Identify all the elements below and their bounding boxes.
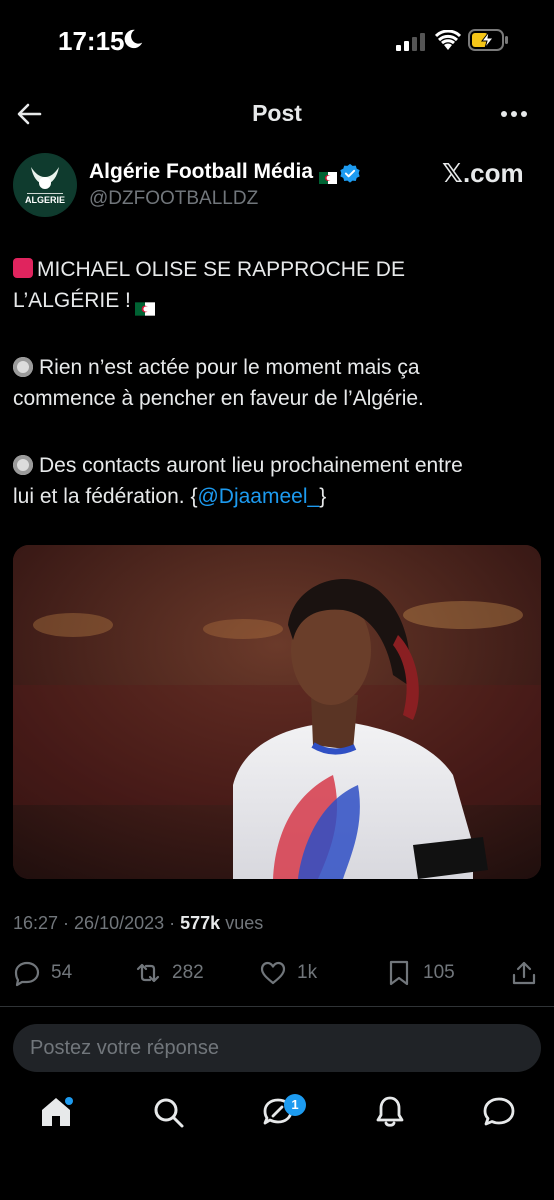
white-circle-emoji-icon [13, 357, 33, 377]
heart-icon [260, 961, 286, 985]
player-photo-illustration [13, 545, 541, 879]
reply-placeholder: Postez votre réponse [30, 1037, 219, 1059]
tweet-date: 26/10/2023 [74, 913, 165, 933]
siren-emoji-icon [13, 258, 33, 278]
tweet-photo[interactable] [13, 545, 541, 879]
messages-tab-icon[interactable] [481, 1094, 517, 1130]
white-circle-emoji-icon [13, 455, 33, 475]
author-handle[interactable]: @DZFOOTBALLDZ [89, 188, 258, 210]
tweet-paragraph-2: Rien n’est actée pour le moment mais ça … [13, 352, 533, 414]
bookmark-button[interactable]: 105 [385, 958, 455, 988]
repost-icon [136, 963, 160, 983]
page-title: Post [252, 100, 302, 126]
reply-icon [14, 961, 40, 987]
status-time: 17:15 [58, 26, 125, 56]
repost-count: 282 [172, 962, 204, 983]
reply-count: 54 [51, 962, 73, 983]
tweet-meta: 16:27 · 26/10/2023 · 577k vues [13, 913, 263, 934]
messages-badge: 1 [284, 1094, 306, 1116]
moon-icon [124, 29, 143, 49]
separator: · [58, 913, 75, 933]
tweet-line: } [319, 485, 327, 508]
tweet-time: 16:27 [13, 913, 59, 933]
bookmark-icon [389, 960, 409, 986]
like-count: 1k [297, 962, 318, 983]
algeria-flag-icon [319, 166, 338, 185]
tweet-line: L’ALGÉRIE ! [13, 289, 131, 312]
wifi-icon [435, 30, 461, 50]
share-button[interactable] [510, 958, 538, 988]
author-name[interactable]: Algérie Football Média [89, 160, 338, 185]
battery-charging-icon [468, 29, 508, 51]
source-label: 𝕏.com [442, 158, 524, 188]
tweet-paragraph-3: Des contacts auront lieu prochainement e… [13, 450, 533, 512]
tweet-paragraph-1: MICHAEL OLISE SE RAPPROCHE DE L’ALGÉRIE … [13, 254, 533, 317]
home-notification-dot [65, 1097, 73, 1105]
verified-badge-icon [340, 163, 360, 183]
cellular-signal-icon [396, 33, 425, 51]
avatar[interactable]: ALGERIE [13, 153, 77, 217]
views-label: vues [220, 913, 264, 933]
like-button[interactable]: 1k [259, 958, 317, 988]
avatar-text: ALGERIE [24, 195, 65, 205]
tweet-line: Des contacts auront lieu prochainement e… [39, 454, 463, 477]
views-count: 577k [180, 913, 221, 933]
tweet-line: commence à pencher en faveur de l’Algéri… [13, 387, 424, 410]
separator: · [164, 913, 181, 933]
tweet-line: Rien n’est actée pour le moment mais ça [39, 356, 420, 379]
notifications-tab-icon[interactable] [372, 1094, 408, 1130]
search-tab-icon[interactable] [150, 1094, 186, 1130]
reply-button[interactable]: 54 [13, 958, 72, 988]
mention-link[interactable]: @Djaameel_ [197, 485, 319, 508]
tweet-line: MICHAEL OLISE SE RAPPROCHE DE [37, 258, 405, 281]
bookmark-count: 105 [423, 962, 455, 983]
share-icon [512, 961, 536, 985]
divider [0, 1006, 554, 1007]
tweet-line: lui et la fédération. { [13, 485, 198, 508]
more-options-icon[interactable] [498, 103, 530, 125]
author-name-text: Algérie Football Média [89, 160, 314, 183]
algerie-logo-icon [14, 154, 76, 216]
repost-button[interactable]: 282 [134, 958, 204, 988]
algeria-flag-icon [134, 294, 155, 317]
